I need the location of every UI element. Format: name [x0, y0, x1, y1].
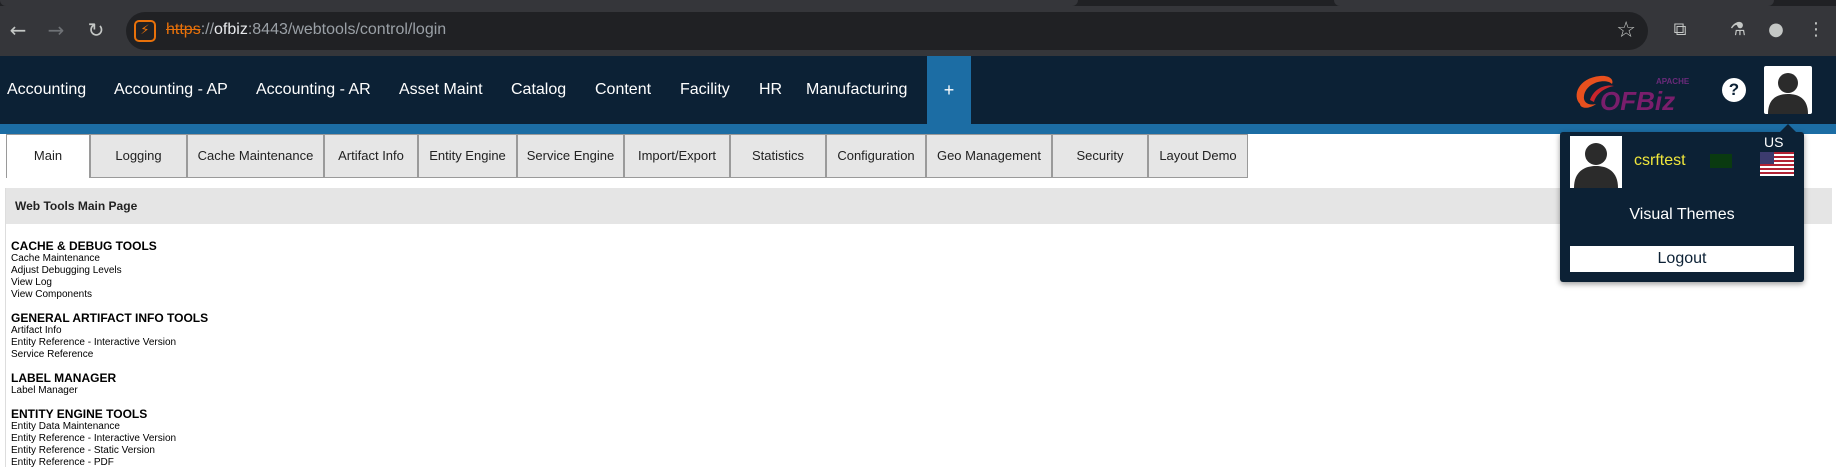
link-adjust-debugging-levels[interactable]: Adjust Debugging Levels	[11, 265, 157, 277]
tab-service-engine[interactable]: Service Engine	[517, 134, 624, 178]
page-title: Web Tools Main Page	[6, 188, 1832, 224]
section-heading: CACHE & DEBUG TOOLS	[11, 239, 157, 253]
forward-icon[interactable]: →	[44, 18, 68, 42]
link-entity-data-maintenance[interactable]: Entity Data Maintenance	[11, 421, 176, 433]
address-bar[interactable]: ⚡ https://ofbiz:8443/webtools/control/lo…	[126, 12, 1648, 50]
browser-tab[interactable]	[0, 0, 1078, 6]
app-menu-content[interactable]: Content	[595, 56, 651, 124]
tab-cache-maintenance[interactable]: Cache Maintenance	[187, 134, 324, 178]
app-menu-accounting-ap[interactable]: Accounting - AP	[114, 56, 228, 124]
tab-statistics[interactable]: Statistics	[730, 134, 826, 178]
kebab-menu-icon[interactable]: ⋮	[1804, 18, 1828, 42]
link-entity-reference-static[interactable]: Entity Reference - Static Version	[11, 445, 176, 457]
section-label-manager: LABEL MANAGER Label Manager	[11, 371, 116, 397]
link-entity-reference-pdf[interactable]: Entity Reference - PDF	[11, 457, 176, 469]
link-entity-reference-interactive[interactable]: Entity Reference - Interactive Version	[11, 337, 208, 349]
username-highlight	[1710, 154, 1732, 168]
app-menu-accounting[interactable]: Accounting	[7, 56, 86, 124]
ofbiz-logo[interactable]: OFBiz APACHE	[1570, 70, 1700, 116]
not-secure-icon[interactable]: ⚡	[134, 20, 156, 42]
user-silhouette-icon	[1574, 143, 1618, 188]
section-cache-debug: CACHE & DEBUG TOOLS Cache Maintenance Ad…	[11, 239, 157, 301]
tab-main[interactable]: Main	[6, 134, 90, 178]
dropdown-caret	[1780, 124, 1796, 132]
us-flag-icon[interactable]	[1760, 152, 1794, 176]
tab-security[interactable]: Security	[1052, 134, 1148, 178]
visual-themes-link[interactable]: Visual Themes	[1560, 206, 1804, 224]
help-button[interactable]: ?	[1722, 78, 1746, 102]
back-icon[interactable]: ←	[6, 18, 30, 42]
section-entity-engine-tools: ENTITY ENGINE TOOLS Entity Data Maintena…	[11, 407, 176, 469]
logo-text: OFBiz	[1600, 86, 1675, 116]
link-artifact-info[interactable]: Artifact Info	[11, 325, 208, 337]
section-general-artifact-info: GENERAL ARTIFACT INFO TOOLS Artifact Inf…	[11, 311, 208, 361]
user-avatar	[1570, 136, 1622, 188]
main-content: Web Tools Main Page CACHE & DEBUG TOOLS …	[5, 188, 1832, 469]
link-entity-reference-interactive[interactable]: Entity Reference - Interactive Version	[11, 433, 176, 445]
tab-logging[interactable]: Logging	[90, 134, 187, 178]
section-heading: GENERAL ARTIFACT INFO TOOLS	[11, 311, 209, 325]
tab-geo-management[interactable]: Geo Management	[926, 134, 1052, 178]
tab-configuration[interactable]: Configuration	[826, 134, 926, 178]
app-menu-manufacturing[interactable]: Manufacturing	[806, 56, 907, 124]
browser-toolbar: ← → ↻ ⚡ https://ofbiz:8443/webtools/cont…	[0, 0, 1836, 56]
link-cache-maintenance[interactable]: Cache Maintenance	[11, 253, 157, 265]
app-menu-facility[interactable]: Facility	[680, 56, 730, 124]
tab-import-export[interactable]: Import/Export	[624, 134, 730, 178]
app-menu-more-button[interactable]: +	[927, 56, 971, 124]
url-separator: ://	[200, 21, 215, 38]
profile-icon[interactable]: ●	[1764, 18, 1788, 42]
user-dropdown: csrftest US Visual Themes Logout	[1560, 124, 1804, 282]
app-menu-catalog[interactable]: Catalog	[511, 56, 566, 124]
section-heading: LABEL MANAGER	[11, 371, 117, 385]
url-path: :8443/webtools/control/login	[247, 21, 447, 38]
app-menu-asset-maint[interactable]: Asset Maint	[399, 56, 483, 124]
link-view-components[interactable]: View Components	[11, 289, 157, 301]
url-host: ofbiz	[214, 21, 248, 38]
url-protocol: https	[166, 21, 201, 38]
logout-button[interactable]: Logout	[1570, 246, 1794, 272]
section-heading: ENTITY ENGINE TOOLS	[11, 407, 148, 421]
extensions-icon[interactable]: ⧉	[1668, 18, 1692, 42]
tab-artifact-info[interactable]: Artifact Info	[324, 134, 418, 178]
logo-small-text: APACHE	[1656, 77, 1690, 86]
username[interactable]: csrftest	[1634, 152, 1686, 170]
link-service-reference[interactable]: Service Reference	[11, 349, 208, 361]
reload-icon[interactable]: ↻	[84, 18, 108, 42]
tab-entity-engine[interactable]: Entity Engine	[418, 134, 517, 178]
star-icon[interactable]: ☆	[1616, 18, 1636, 43]
locale-label[interactable]: US	[1764, 134, 1783, 150]
app-header: Accounting Accounting - AP Accounting - …	[0, 56, 1836, 134]
tab-layout-demo[interactable]: Layout Demo	[1148, 134, 1248, 178]
app-menu-accounting-ar[interactable]: Accounting - AR	[256, 56, 371, 124]
app-menu-hr[interactable]: HR	[759, 56, 782, 124]
url-text[interactable]: https://ofbiz:8443/webtools/control/logi…	[166, 21, 446, 39]
browser-tab[interactable]	[1334, 0, 1774, 6]
user-avatar-button[interactable]	[1764, 66, 1812, 114]
user-silhouette-icon	[1768, 73, 1808, 114]
labs-icon[interactable]: ⚗	[1726, 18, 1750, 42]
link-label-manager[interactable]: Label Manager	[11, 385, 116, 397]
link-view-log[interactable]: View Log	[11, 277, 157, 289]
